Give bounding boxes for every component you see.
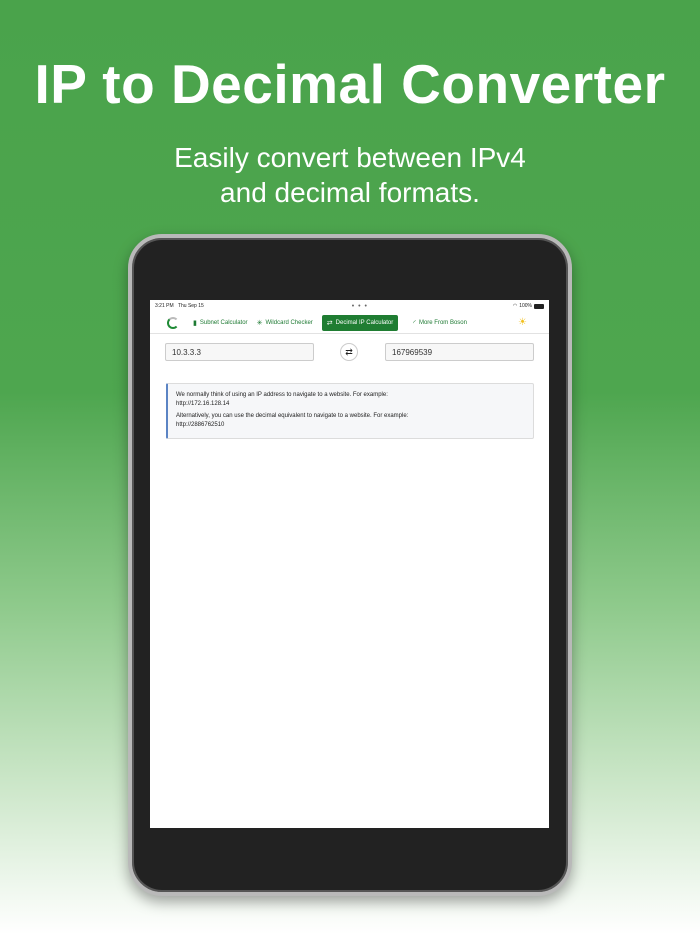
boson-logo-icon: ◜ [413, 319, 416, 327]
tab-decimal-ip-calculator[interactable]: ⇄ Decimal IP Calculator [321, 314, 399, 331]
status-bar: 3:21 PM Thu Sep 15 • • • ◠ 100% [150, 300, 549, 312]
sun-icon[interactable]: ☀ [518, 318, 528, 328]
tab-wildcard-checker-label: Wildcard Checker [265, 319, 313, 326]
info-line-2: Alternatively, you can use the decimal e… [176, 412, 525, 430]
status-right: ◠ 100% [513, 303, 544, 309]
decimal-input[interactable]: 167969539 [385, 343, 534, 361]
status-left: 3:21 PM Thu Sep 15 [155, 303, 207, 309]
app-screen: 3:21 PM Thu Sep 15 • • • ◠ 100% ▮ Subnet… [150, 300, 549, 828]
converter-row: 10.3.3.3 ⇄ 167969539 [150, 343, 549, 373]
tab-more-from-boson[interactable]: ◜ More From Boson [413, 319, 467, 327]
calculator-icon: ▮ [193, 319, 197, 327]
info-text-1: We normally think of using an IP address… [176, 392, 388, 398]
info-example-decimal: http://2886762510 [176, 422, 225, 428]
swap-button[interactable]: ⇄ [340, 343, 358, 361]
swap-icon: ⇄ [326, 319, 333, 327]
tab-decimal-ip-calculator-label: Decimal IP Calculator [335, 319, 394, 326]
promo-subline: Easily convert between IPv4 and decimal … [0, 140, 700, 210]
status-time: 3:21 PM [155, 303, 174, 309]
tab-subnet-calculator-label: Subnet Calculator [199, 319, 248, 326]
asterisk-icon: ✳ [256, 319, 263, 327]
navbar: ▮ Subnet Calculator ✳ Wildcard Checker ⇄… [150, 312, 549, 334]
promo-headline: IP to Decimal Converter [34, 53, 666, 115]
boson-logo-icon[interactable] [167, 316, 179, 329]
info-text-2: Alternatively, you can use the decimal e… [176, 413, 409, 419]
tab-more-from-boson-label: More From Boson [418, 319, 467, 326]
ip-address-input[interactable]: 10.3.3.3 [165, 343, 314, 361]
tab-wildcard-checker[interactable]: ✳ Wildcard Checker [257, 319, 313, 327]
wifi-icon: ◠ [512, 303, 518, 309]
battery-icon [534, 303, 544, 309]
promo-subline-line-1: Easily convert between IPv4 [174, 142, 526, 173]
info-line-1: We normally think of using an IP address… [176, 391, 525, 409]
info-example-ip: http://172.16.128.14 [176, 401, 230, 407]
status-date: Thu Sep 15 [177, 303, 204, 309]
promo-subline-line-2: and decimal formats. [220, 177, 480, 208]
tab-subnet-calculator[interactable]: ▮ Subnet Calculator [193, 319, 248, 327]
multitask-dots[interactable]: • • • [352, 303, 368, 310]
battery-percent: 100% [519, 303, 532, 309]
info-box: We normally think of using an IP address… [166, 383, 534, 439]
